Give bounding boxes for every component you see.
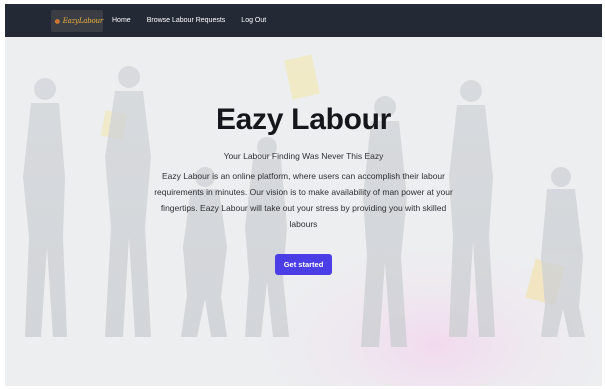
get-started-button[interactable]: Get started [274,254,333,275]
logo-text: EazyLabour [62,17,104,25]
hero-description: Eazy Labour is an online platform, where… [154,171,453,229]
hero-title: Eazy Labour [215,103,392,136]
logo-circle-icon [55,18,60,24]
hero-section: Eazy Labour Your Labour Finding Was Neve… [5,37,602,386]
hero-content: Eazy Labour Your Labour Finding Was Neve… [5,103,602,275]
brand-logo[interactable]: EazyLabour [51,10,103,32]
browser-viewport: EazyLabour Home Browse Labour Requests L… [5,4,602,386]
nav-log-out-link[interactable]: Log Out [241,17,266,24]
navbar: EazyLabour Home Browse Labour Requests L… [5,4,602,37]
nav-browse-labour-requests-link[interactable]: Browse Labour Requests [147,17,226,24]
hero-tagline: Your Labour Finding Was Never This Eazy [223,151,384,161]
nav-home-link[interactable]: Home [112,17,131,24]
nav-links: Home Browse Labour Requests Log Out [112,4,266,37]
